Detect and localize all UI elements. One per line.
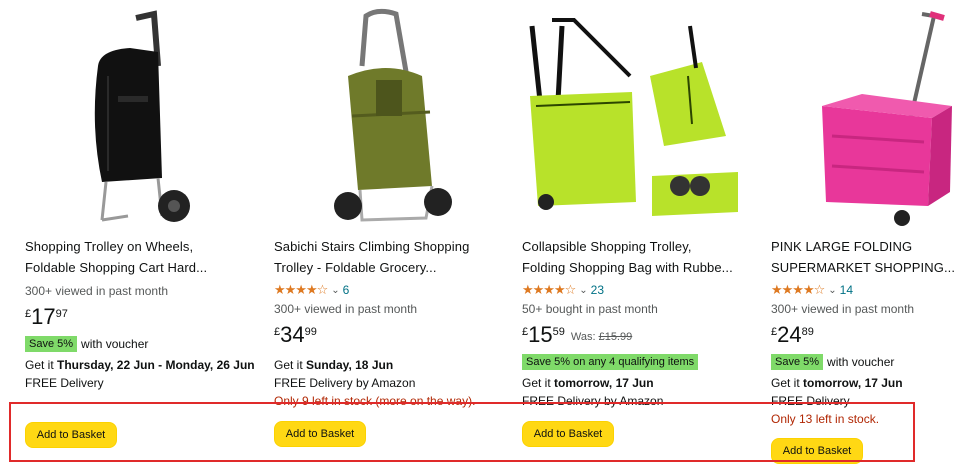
product-title-line[interactable]: Shopping Trolley on Wheels, <box>25 236 255 257</box>
product-image[interactable] <box>762 6 969 230</box>
product-title-line[interactable]: Sabichi Stairs Climbing Shopping <box>274 236 504 257</box>
badge-suffix: with voucher <box>81 337 149 351</box>
viewed-count: 300+ viewed in past month <box>771 302 915 316</box>
delivery-info: Get it tomorrow, 17 Jun <box>771 374 969 392</box>
rating-row[interactable]: ★★★★☆ ⌄ 6 <box>274 280 504 300</box>
delivery-info: Get it tomorrow, 17 Jun <box>522 374 754 392</box>
product-title-line[interactable]: Foldable Shopping Cart Hard... <box>25 257 255 278</box>
chevron-down-icon[interactable]: ⌄ <box>579 285 587 296</box>
delivery-prefix: Get it <box>25 358 58 372</box>
voucher-row: Save 5% with voucher <box>771 352 969 372</box>
was-value: £15.99 <box>598 331 633 343</box>
delivery-info: Get it Thursday, 22 Jun - Monday, 26 Jun <box>25 356 255 374</box>
price-fraction: 99 <box>304 326 317 338</box>
rating-count[interactable]: 23 <box>591 283 604 297</box>
free-delivery: FREE Delivery by Amazon <box>274 376 416 390</box>
price-whole: 15 <box>528 322 553 347</box>
voucher-row: Save 5% with voucher <box>25 334 255 354</box>
promo-row: Save 5% on any 4 qualifying items <box>522 352 754 372</box>
save-badge: Save 5% <box>771 354 824 370</box>
product-title[interactable]: Shopping Trolley on Wheels, Foldable Sho… <box>25 236 255 278</box>
star-rating[interactable]: ★★★★☆ <box>522 282 576 298</box>
price-fraction: 97 <box>55 308 68 320</box>
product-title-line[interactable]: Trolley - Foldable Grocery... <box>274 257 504 278</box>
viewed-count: 50+ bought in past month <box>522 302 658 316</box>
star-rating[interactable]: ★★★★☆ <box>771 282 825 298</box>
delivery-info: Get it Sunday, 18 Jun <box>274 356 504 374</box>
was-label: Was: <box>570 331 596 343</box>
price-fraction: 59 <box>552 326 565 338</box>
delivery-date: tomorrow, 17 Jun <box>803 376 903 390</box>
chevron-down-icon[interactable]: ⌄ <box>331 285 339 296</box>
viewed-count: 300+ viewed in past month <box>25 284 169 298</box>
rating-row[interactable]: ★★★★☆ ⌄ 14 <box>771 280 969 300</box>
price-whole: 17 <box>31 304 56 329</box>
delivery-date: tomorrow, 17 Jun <box>554 376 654 390</box>
delivery-date: Sunday, 18 Jun <box>306 358 394 372</box>
product-image[interactable] <box>266 6 506 230</box>
delivery-prefix: Get it <box>522 376 555 390</box>
delivery-date: Thursday, 22 Jun - Monday, 26 Jun <box>57 358 255 372</box>
stock-warning: Only 13 left in stock. <box>771 412 880 426</box>
product-card: PINK LARGE FOLDING SUPERMARKET SHOPPING.… <box>756 0 969 468</box>
free-delivery: FREE Delivery by Amazon <box>522 394 664 408</box>
was-price: Was: £15.99 <box>571 332 632 343</box>
add-to-basket-button[interactable]: Add to Basket <box>522 421 614 447</box>
product-title[interactable]: Sabichi Stairs Climbing Shopping Trolley… <box>274 236 504 278</box>
price-whole: 34 <box>280 322 305 347</box>
product-title[interactable]: PINK LARGE FOLDING SUPERMARKET SHOPPING.… <box>771 236 969 278</box>
price[interactable]: £ 24 89 <box>771 324 969 350</box>
product-title-line[interactable]: Collapsible Shopping Trolley, <box>522 236 754 257</box>
viewed-count: 300+ viewed in past month <box>274 302 418 316</box>
product-title-line[interactable]: PINK LARGE FOLDING <box>771 236 969 257</box>
price[interactable]: £ 15 59 Was: £15.99 <box>522 324 754 350</box>
price-whole: 24 <box>777 322 802 347</box>
product-card: Collapsible Shopping Trolley, Folding Sh… <box>506 0 756 468</box>
green-stair-climbing-trolley-image <box>266 6 506 230</box>
rating-count[interactable]: 6 <box>343 283 350 297</box>
product-image[interactable] <box>512 6 754 230</box>
product-title-line[interactable]: Folding Shopping Bag with Rubbe... <box>522 257 754 278</box>
add-to-basket-button[interactable]: Add to Basket <box>771 438 863 464</box>
product-card: Sabichi Stairs Climbing Shopping Trolley… <box>258 0 506 468</box>
black-shopping-trolley-image <box>18 6 258 230</box>
product-title[interactable]: Collapsible Shopping Trolley, Folding Sh… <box>522 236 754 278</box>
lime-collapsible-trolley-image <box>512 6 754 230</box>
free-delivery: FREE Delivery <box>771 394 850 408</box>
free-delivery: FREE Delivery <box>25 376 104 390</box>
rating-count[interactable]: 14 <box>840 283 853 297</box>
product-title-line[interactable]: SUPERMARKET SHOPPING... <box>771 257 969 278</box>
add-to-basket-button[interactable]: Add to Basket <box>25 422 117 448</box>
rating-row[interactable]: ★★★★☆ ⌄ 23 <box>522 280 754 300</box>
delivery-prefix: Get it <box>274 358 307 372</box>
add-to-basket-button[interactable]: Add to Basket <box>274 421 366 447</box>
price-fraction: 89 <box>801 326 814 338</box>
price[interactable]: £ 34 99 <box>274 324 504 350</box>
chevron-down-icon[interactable]: ⌄ <box>828 285 836 296</box>
delivery-prefix: Get it <box>771 376 804 390</box>
save-badge[interactable]: Save 5% on any 4 qualifying items <box>522 354 699 370</box>
badge-suffix: with voucher <box>827 355 895 369</box>
product-card: Shopping Trolley on Wheels, Foldable Sho… <box>0 0 260 468</box>
stock-warning: Only 9 left in stock (more on the way). <box>274 394 476 408</box>
price[interactable]: £ 17 97 <box>25 306 255 332</box>
star-rating[interactable]: ★★★★☆ <box>274 282 328 298</box>
save-badge: Save 5% <box>25 336 78 352</box>
pink-folding-crate-trolley-image <box>762 6 969 230</box>
product-image[interactable] <box>18 6 258 230</box>
